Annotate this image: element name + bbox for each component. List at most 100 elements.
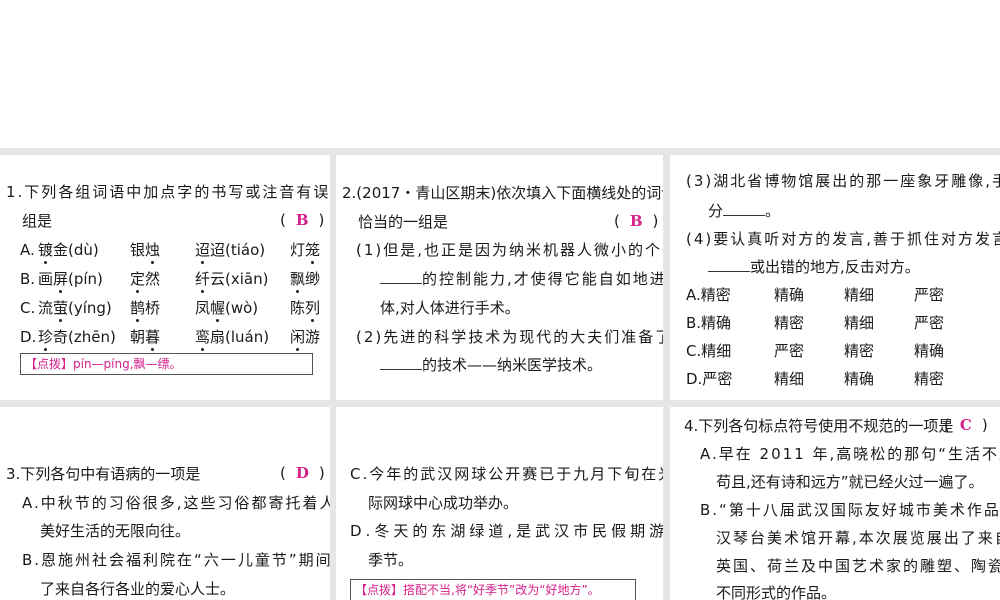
emphasis-dot-icon <box>296 348 299 351</box>
q1-option-word: 镀金(dù) <box>38 240 99 264</box>
q1-option-word: 飘缈 <box>290 269 321 293</box>
q1-option-word: 迢迢(tiáo) <box>195 240 266 264</box>
question-2-panel: 2.(2017・青山区期末)依次填入下面横线处的词语, 恰当的一组是 (B) (… <box>336 155 663 400</box>
q1-option-word: 纤云(xiān) <box>195 269 269 293</box>
q1-option-word-text: 定然 <box>130 270 161 288</box>
q2-option-cell: 精密 <box>914 370 945 388</box>
q1-option-word-text: 纤云(xiān) <box>195 270 269 288</box>
emphasis-dot-icon <box>151 348 154 351</box>
q4-option-a: A.早在 2011 年,高晓松的那句“生活不止眼前的 <box>700 445 1000 463</box>
q2-sentence-4-cont: 或出错的地方,反击对方。 <box>708 257 920 277</box>
q3-option-c-cont: 际网球中心成功举办。 <box>368 494 519 512</box>
q1-option-word-text: 鸾扇(luán) <box>195 328 270 346</box>
question-3-panel: 3.下列各句中有语病的一项是 (D) A.中秋节的习俗很多,这些习俗都寄托着人们… <box>0 407 330 600</box>
q1-option-word-text: 陈列 <box>290 299 321 317</box>
q3-answer: (D) <box>280 464 325 482</box>
q1-option-word: 陈列 <box>290 298 321 322</box>
question-4-panel: 4.下列各句标点符号使用不规范的一项是 (C) A.早在 2011 年,高晓松的… <box>670 407 1000 600</box>
q1-stem: 1.下列各组词语中加点字的书写或注音有误的一 <box>6 183 330 201</box>
q1-option-word-text: 迢迢(tiáo) <box>195 241 266 259</box>
q2-option-cell: B.精确 <box>686 314 732 332</box>
q1-option-word: 朝暮 <box>130 327 161 351</box>
q2-sentence-2-cont: 的技术——纳米医学技术。 <box>380 355 602 375</box>
q2-option-cell: A.精密 <box>686 286 731 304</box>
emphasis-dot-icon <box>201 290 204 293</box>
q1-option-label: B. <box>20 270 36 288</box>
q1-option-word: 鸾扇(luán) <box>195 327 270 351</box>
q2-option-cell: 精确 <box>844 370 875 388</box>
q2-stem-cont: 恰当的一组是 <box>358 213 449 231</box>
emphasis-dot-icon <box>296 290 299 293</box>
q1-option-word-text: 凤幄(wò) <box>195 299 259 317</box>
q2-option-cell: 精确 <box>774 286 805 304</box>
q4-option-b: B.“第十八届武汉国际友好城市美术作品展”在武 <box>700 501 1000 519</box>
q3-stem: 3.下列各句中有语病的一项是 <box>6 465 201 483</box>
q1-option-word: 闲游 <box>290 327 321 351</box>
q2-sentence-2: (2)先进的科学技术为现代的大夫们准备了最 <box>356 328 663 346</box>
q1-option-label: A. <box>20 241 35 259</box>
q1-option-word-text: 朝暮 <box>130 328 161 346</box>
q1-option-word-text: 飘缈 <box>290 270 321 288</box>
q3-option-d: D.冬天的东湖绿道,是武汉市民假期游玩的好 <box>350 522 663 540</box>
q1-option-word-text: 灯笼 <box>290 241 321 259</box>
q2-option-cell: 精细 <box>774 370 805 388</box>
q2-sentence-3-cont: 分。 <box>708 202 781 220</box>
emphasis-dot-icon <box>201 261 204 264</box>
q3-option-a: A.中秋节的习俗很多,这些习俗都寄托着人们对 <box>22 494 330 512</box>
emphasis-dot-icon <box>59 290 62 293</box>
q4-option-b-cont: 汉琴台美术馆开幕,本次展览展出了来自日本、 <box>716 529 1000 547</box>
q2-option-cell: 严密 <box>914 314 945 332</box>
q2-sentence-1: (1)但是,也正是因为纳米机器人微小的个子和 <box>356 241 663 259</box>
q1-option-word: 凤幄(wò) <box>195 298 259 322</box>
q1-option-word: 流萤(yíng) <box>38 298 112 322</box>
q1-stem-cont: 组是 <box>22 212 53 230</box>
q4-stem: 4.下列各句标点符号使用不规范的一项是 <box>684 417 954 435</box>
q2-option-cell: D.严密 <box>686 370 733 388</box>
q1-option-word: 灯笼 <box>290 240 321 264</box>
emphasis-dot-icon <box>216 319 219 322</box>
q1-option-word: 画屏(pín) <box>38 269 103 293</box>
q1-option-word-text: 流萤(yíng) <box>38 299 112 317</box>
q2-stem: 2.(2017・青山区期末)依次填入下面横线处的词语, <box>342 184 663 202</box>
fill-blank <box>380 269 422 284</box>
q1-option-word: 珍奇(zhēn) <box>38 327 116 351</box>
emphasis-dot-icon <box>59 319 62 322</box>
emphasis-dot-icon <box>136 319 139 322</box>
q2-sentence-4: (4)要认真听对方的发言,善于抓住对方发言的不 <box>686 230 1000 248</box>
emphasis-dot-icon <box>44 261 47 264</box>
q1-answer: (B) <box>280 211 325 229</box>
q2-sentence-1-cont: 的控制能力,才使得它能自如地进入人 <box>380 269 663 289</box>
q1-option-label: C. <box>20 299 36 317</box>
question-2-panel-cont: (3)湖北省博物馆展出的那一座象牙雕像,手工十 分。 (4)要认真听对方的发言,… <box>670 155 1000 400</box>
q3-hint: 【点拨】搭配不当,将“好季节”改为“好地方”。 <box>350 579 636 600</box>
q4-option-b-cont2: 英国、荷兰及中国艺术家的雕塑、陶瓷、绘画等 <box>716 557 1000 575</box>
q3-option-c: C.今年的武汉网球公开赛已于九月下旬在光谷国 <box>350 465 663 483</box>
q1-option-word: 鹊桥 <box>130 298 160 322</box>
q2-option-cell: C.精细 <box>686 342 732 360</box>
emphasis-dot-icon <box>311 319 314 322</box>
top-blank-area <box>0 0 1000 148</box>
q2-answer: (B) <box>614 212 659 230</box>
q2-option-cell: 精密 <box>774 314 805 332</box>
q2-option-cell: 精细 <box>844 314 875 332</box>
q1-option-word-text: 银烛 <box>130 241 161 259</box>
q2-sentence-3: (3)湖北省博物馆展出的那一座象牙雕像,手工十 <box>686 172 1000 190</box>
q1-option-word-text: 闲游 <box>290 328 321 346</box>
emphasis-dot-icon <box>136 290 139 293</box>
question-1-panel: 1.下列各组词语中加点字的书写或注音有误的一 组是 (B) A. 镀金(dù) 银烛… <box>0 155 330 400</box>
q2-sentence-1-end: 体,对人体进行手术。 <box>380 299 520 317</box>
q2-option-cell: 精确 <box>914 342 945 360</box>
q1-option-word-text: 镀金(dù) <box>38 241 99 259</box>
q4-option-b-end: 不同形式的作品。 <box>716 584 837 600</box>
question-3-panel-cont: C.今年的武汉网球公开赛已于九月下旬在光谷国 际网球中心成功举办。 D.冬天的东… <box>336 407 663 600</box>
q2-option-cell: 严密 <box>914 286 945 304</box>
q2-option-cell: 严密 <box>774 342 805 360</box>
q4-answer: (C) <box>944 416 988 434</box>
q3-option-d-cont: 季节。 <box>368 551 414 569</box>
q1-option-word: 定然 <box>130 269 161 293</box>
q2-option-cell: 精密 <box>844 342 875 360</box>
q3-option-a-cont: 美好生活的无限向往。 <box>40 522 191 540</box>
emphasis-dot-icon <box>201 348 204 351</box>
fill-blank <box>380 355 422 370</box>
q1-option-word-text: 画屏(pín) <box>38 270 103 288</box>
